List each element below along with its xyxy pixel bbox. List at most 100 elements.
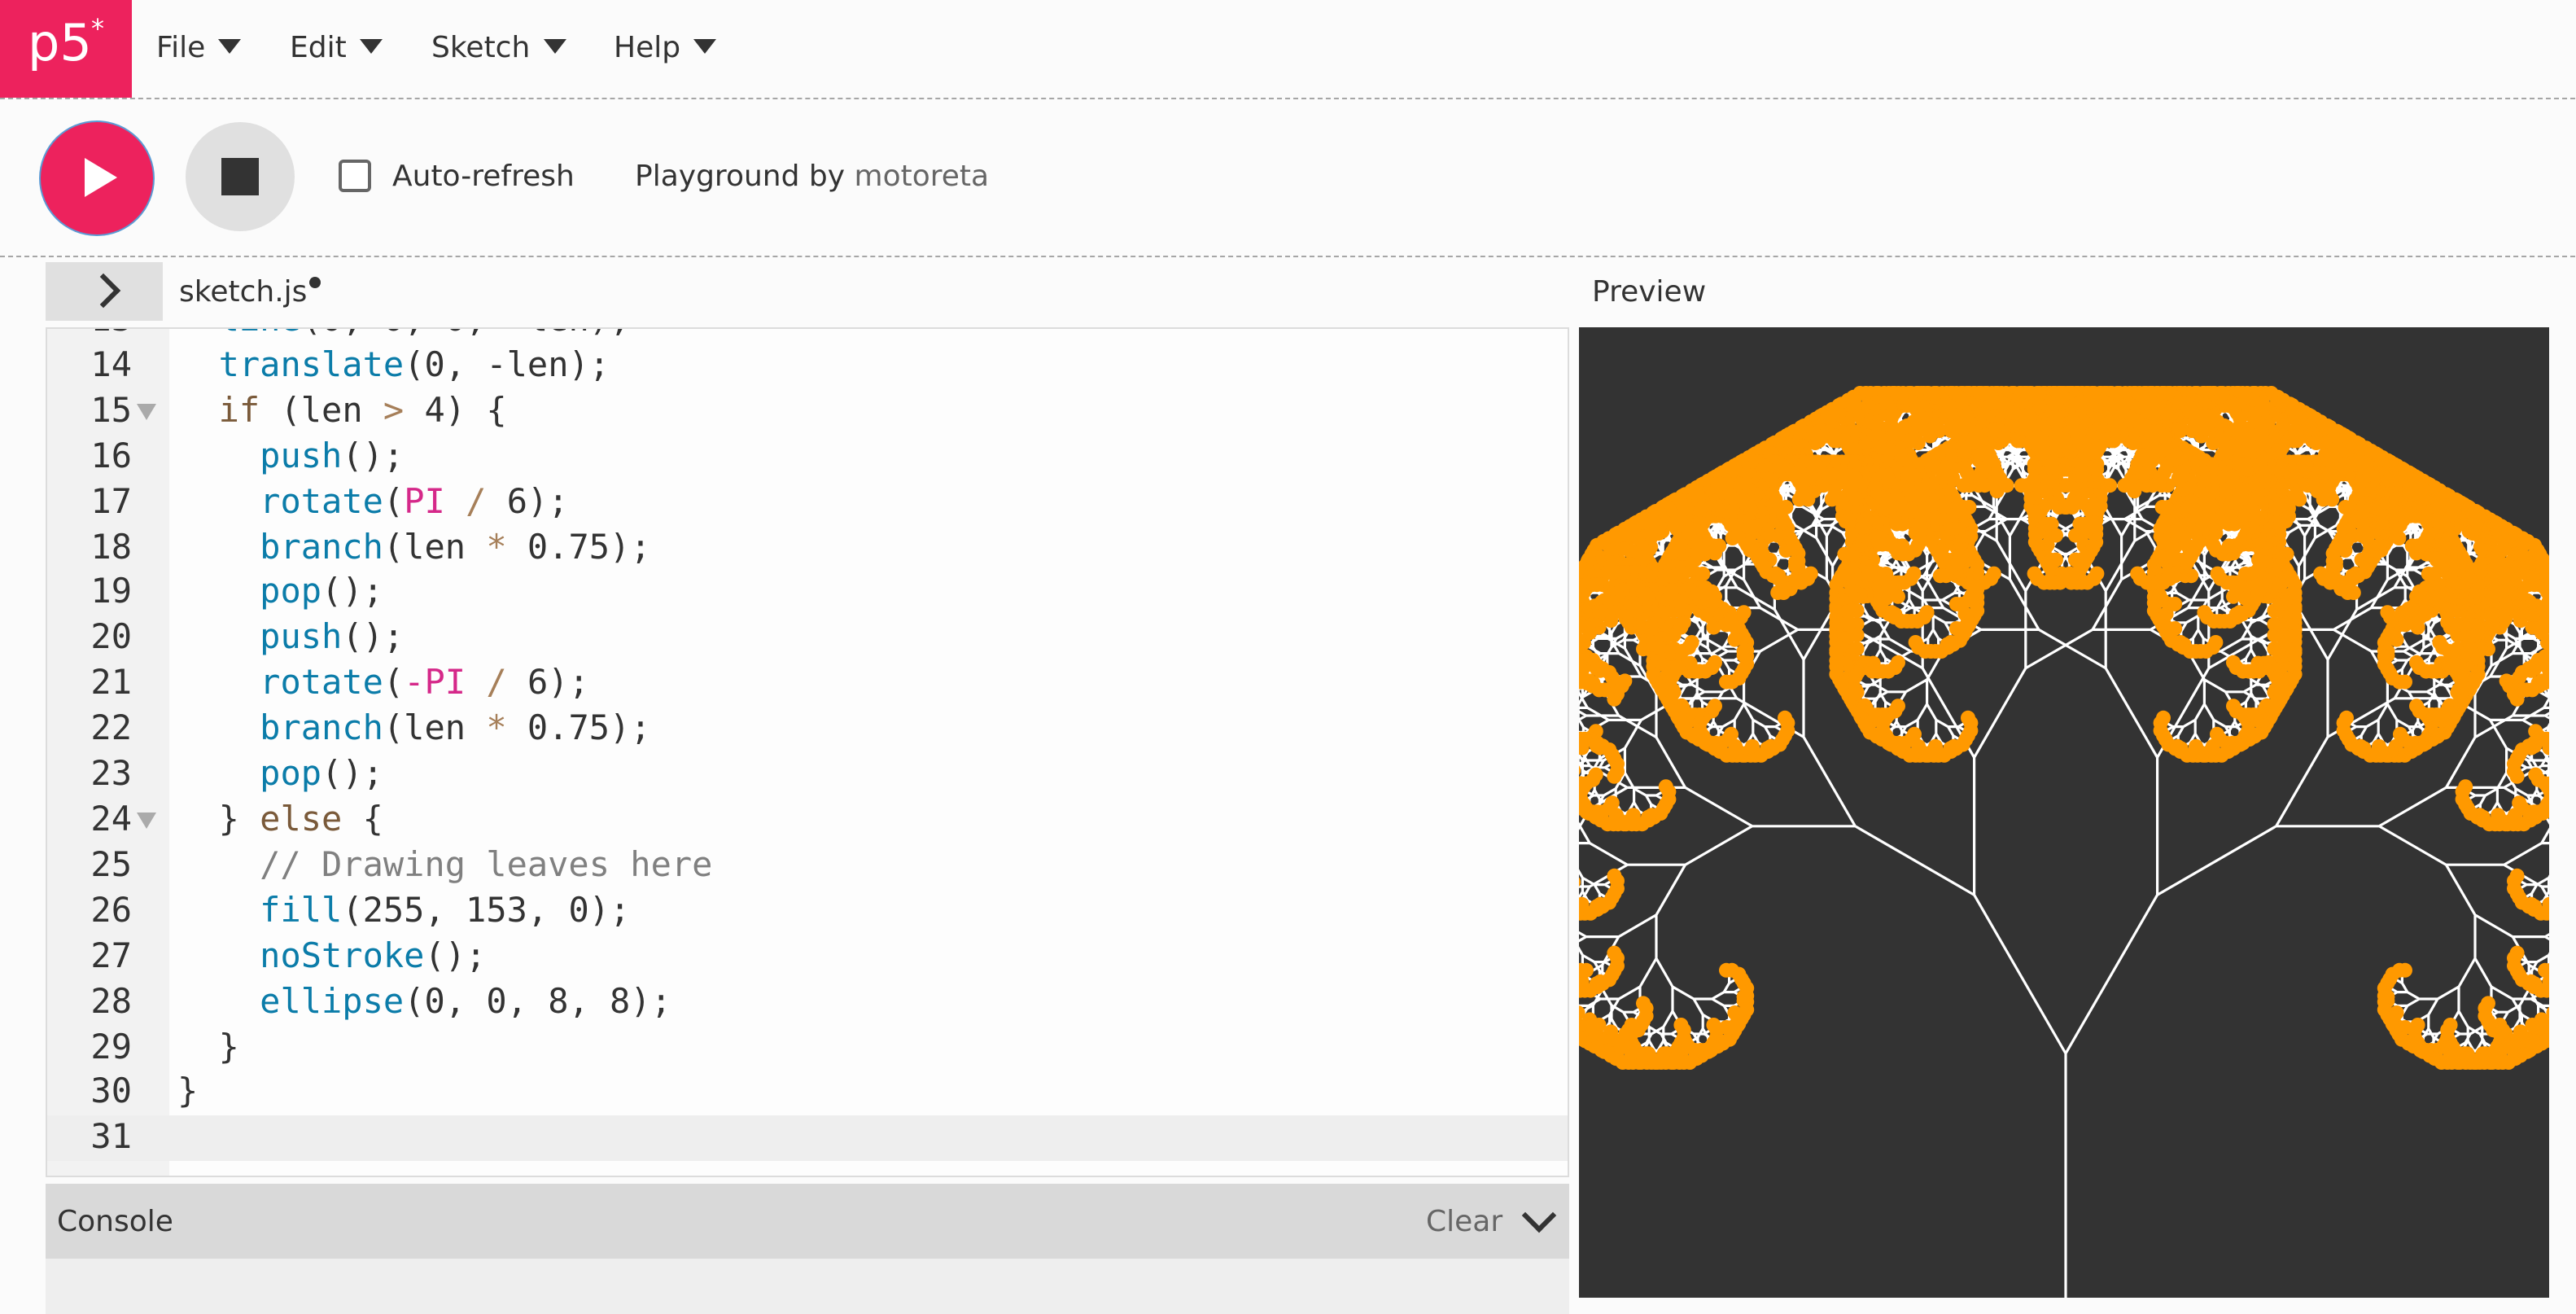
code-line[interactable]: 21 rotate(-PI / 6); <box>47 662 1568 707</box>
code-line[interactable]: 31 <box>47 1115 1568 1162</box>
chevron-down-icon <box>359 38 383 53</box>
line-number: 18 <box>90 527 132 567</box>
code-line[interactable]: 15 if (len > 4) { <box>47 389 1568 435</box>
leaf <box>2156 533 2171 549</box>
menu-sketch[interactable]: Sketch <box>431 29 566 68</box>
code-line[interactable]: 18 branch(len * 0.75); <box>47 525 1568 571</box>
code-text: // Drawing leaves here <box>177 844 713 884</box>
code-text: if (len > 4) { <box>218 390 507 430</box>
chevron-down-icon <box>218 38 242 53</box>
menu-file[interactable]: File <box>156 29 242 68</box>
line-number: 29 <box>90 1027 132 1066</box>
line-number: 15 <box>90 390 132 430</box>
leaf <box>2044 516 2059 532</box>
console-clear-button[interactable]: Clear <box>1426 1203 1502 1242</box>
code-line[interactable]: 25 // Drawing leaves here <box>47 843 1568 889</box>
code-line[interactable]: 23 pop(); <box>47 752 1568 798</box>
code-line[interactable]: 30} <box>47 1071 1568 1116</box>
console-output <box>46 1259 1569 1314</box>
line-number: 19 <box>90 572 132 611</box>
line-number: 31 <box>90 1117 132 1157</box>
p5-logo[interactable]: p5 * <box>0 0 132 98</box>
file-tab-sketch-js[interactable]: sketch.js <box>179 274 307 313</box>
project-by-label: by <box>799 160 855 194</box>
menu-file-label: File <box>156 31 206 65</box>
line-number: 20 <box>90 617 132 657</box>
code-text: ellipse(0, 0, 8, 8); <box>260 981 671 1021</box>
code-line[interactable]: 29 } <box>47 1025 1568 1071</box>
stop-icon <box>221 158 259 195</box>
chevron-down-icon <box>543 38 566 53</box>
code-text: branch(len * 0.75); <box>260 527 651 567</box>
code-text: rotate(-PI / 6); <box>260 663 589 703</box>
play-icon <box>85 158 117 197</box>
code-editor[interactable]: 13 line(0, 0, 0, -len);14 translate(0, -… <box>46 327 1569 1177</box>
code-text: push(); <box>260 617 405 657</box>
project-author[interactable]: motoreta <box>855 160 990 194</box>
p5-editor-app: p5 * File Edit Sketch Help Auto-refresh … <box>0 0 2575 1314</box>
menu-edit[interactable]: Edit <box>290 29 383 68</box>
leaf <box>2398 674 2412 690</box>
leaf <box>1891 699 1905 714</box>
menu-help-label: Help <box>614 31 681 65</box>
line-number: 23 <box>90 754 132 794</box>
line-number: 26 <box>90 890 132 930</box>
code-line[interactable]: 22 branch(len * 0.75); <box>47 707 1568 752</box>
line-number: 14 <box>90 344 132 384</box>
preview-canvas[interactable] <box>1579 327 2549 1298</box>
leaf <box>2509 769 2525 784</box>
console-title: Console <box>57 1205 173 1239</box>
line-number: 17 <box>90 481 132 521</box>
code-line[interactable]: 20 push(); <box>47 616 1568 662</box>
code-line[interactable]: 27 noStroke(); <box>47 934 1568 979</box>
menu-edit-label: Edit <box>290 31 347 65</box>
sidebar-toggle-button[interactable] <box>46 262 163 321</box>
code-text: } <box>177 1071 199 1111</box>
line-number: 27 <box>90 935 132 975</box>
code-line[interactable]: 19 pop(); <box>47 571 1568 616</box>
leaf <box>2339 533 2354 549</box>
leaf <box>2208 635 2224 650</box>
code-line[interactable]: 17 rotate(PI / 6); <box>47 480 1568 525</box>
menu-sketch-label: Sketch <box>431 31 531 65</box>
leaf <box>2089 566 2105 581</box>
code-line[interactable]: 26 fill(255, 153, 0); <box>47 889 1568 935</box>
code-text: push(); <box>260 436 405 475</box>
menu-help[interactable]: Help <box>614 29 717 68</box>
leaf <box>1986 566 2001 581</box>
code-lines: 13 line(0, 0, 0, -len);14 translate(0, -… <box>47 329 1568 1162</box>
project-title: Playground by motoreta <box>635 158 989 197</box>
leaf <box>1891 655 1905 670</box>
fold-arrow-icon[interactable] <box>137 812 156 829</box>
line-number: 30 <box>90 1071 132 1111</box>
code-line[interactable]: 24 } else { <box>47 798 1568 843</box>
leaf <box>1961 710 1975 725</box>
unsaved-indicator <box>309 277 321 288</box>
code-text: pop(); <box>260 572 383 611</box>
code-text: translate(0, -len); <box>218 344 610 384</box>
logo-star: * <box>91 13 104 44</box>
tree-leaves <box>1579 386 2549 1070</box>
code-line[interactable]: 14 translate(0, -len); <box>47 344 1568 389</box>
auto-refresh-label[interactable]: Auto-refresh <box>392 158 575 197</box>
chevron-down-icon[interactable] <box>1521 1198 1557 1233</box>
line-number: 22 <box>90 708 132 748</box>
code-text: branch(len * 0.75); <box>260 708 651 748</box>
code-line[interactable]: 16 push(); <box>47 434 1568 480</box>
code-line[interactable]: 13 line(0, 0, 0, -len); <box>47 329 1568 344</box>
fold-arrow-icon[interactable] <box>137 403 156 420</box>
code-line[interactable]: 28 ellipse(0, 0, 8, 8); <box>47 979 1568 1025</box>
top-nav: p5 * File Edit Sketch Help <box>0 0 2575 99</box>
code-text: } else { <box>177 799 383 839</box>
toolbar: Auto-refresh Playground by motoreta <box>0 99 2575 257</box>
project-name[interactable]: Playground <box>635 160 799 194</box>
stop-button[interactable] <box>186 122 295 231</box>
logo-text: p5 <box>28 15 92 73</box>
code-text: } <box>177 1027 239 1066</box>
line-number: 16 <box>90 436 132 475</box>
auto-refresh-checkbox[interactable] <box>339 160 371 192</box>
code-text: fill(255, 153, 0); <box>260 890 631 930</box>
play-button[interactable] <box>41 122 153 234</box>
line-number: 25 <box>90 844 132 884</box>
preview-label: Preview <box>1592 275 1707 309</box>
